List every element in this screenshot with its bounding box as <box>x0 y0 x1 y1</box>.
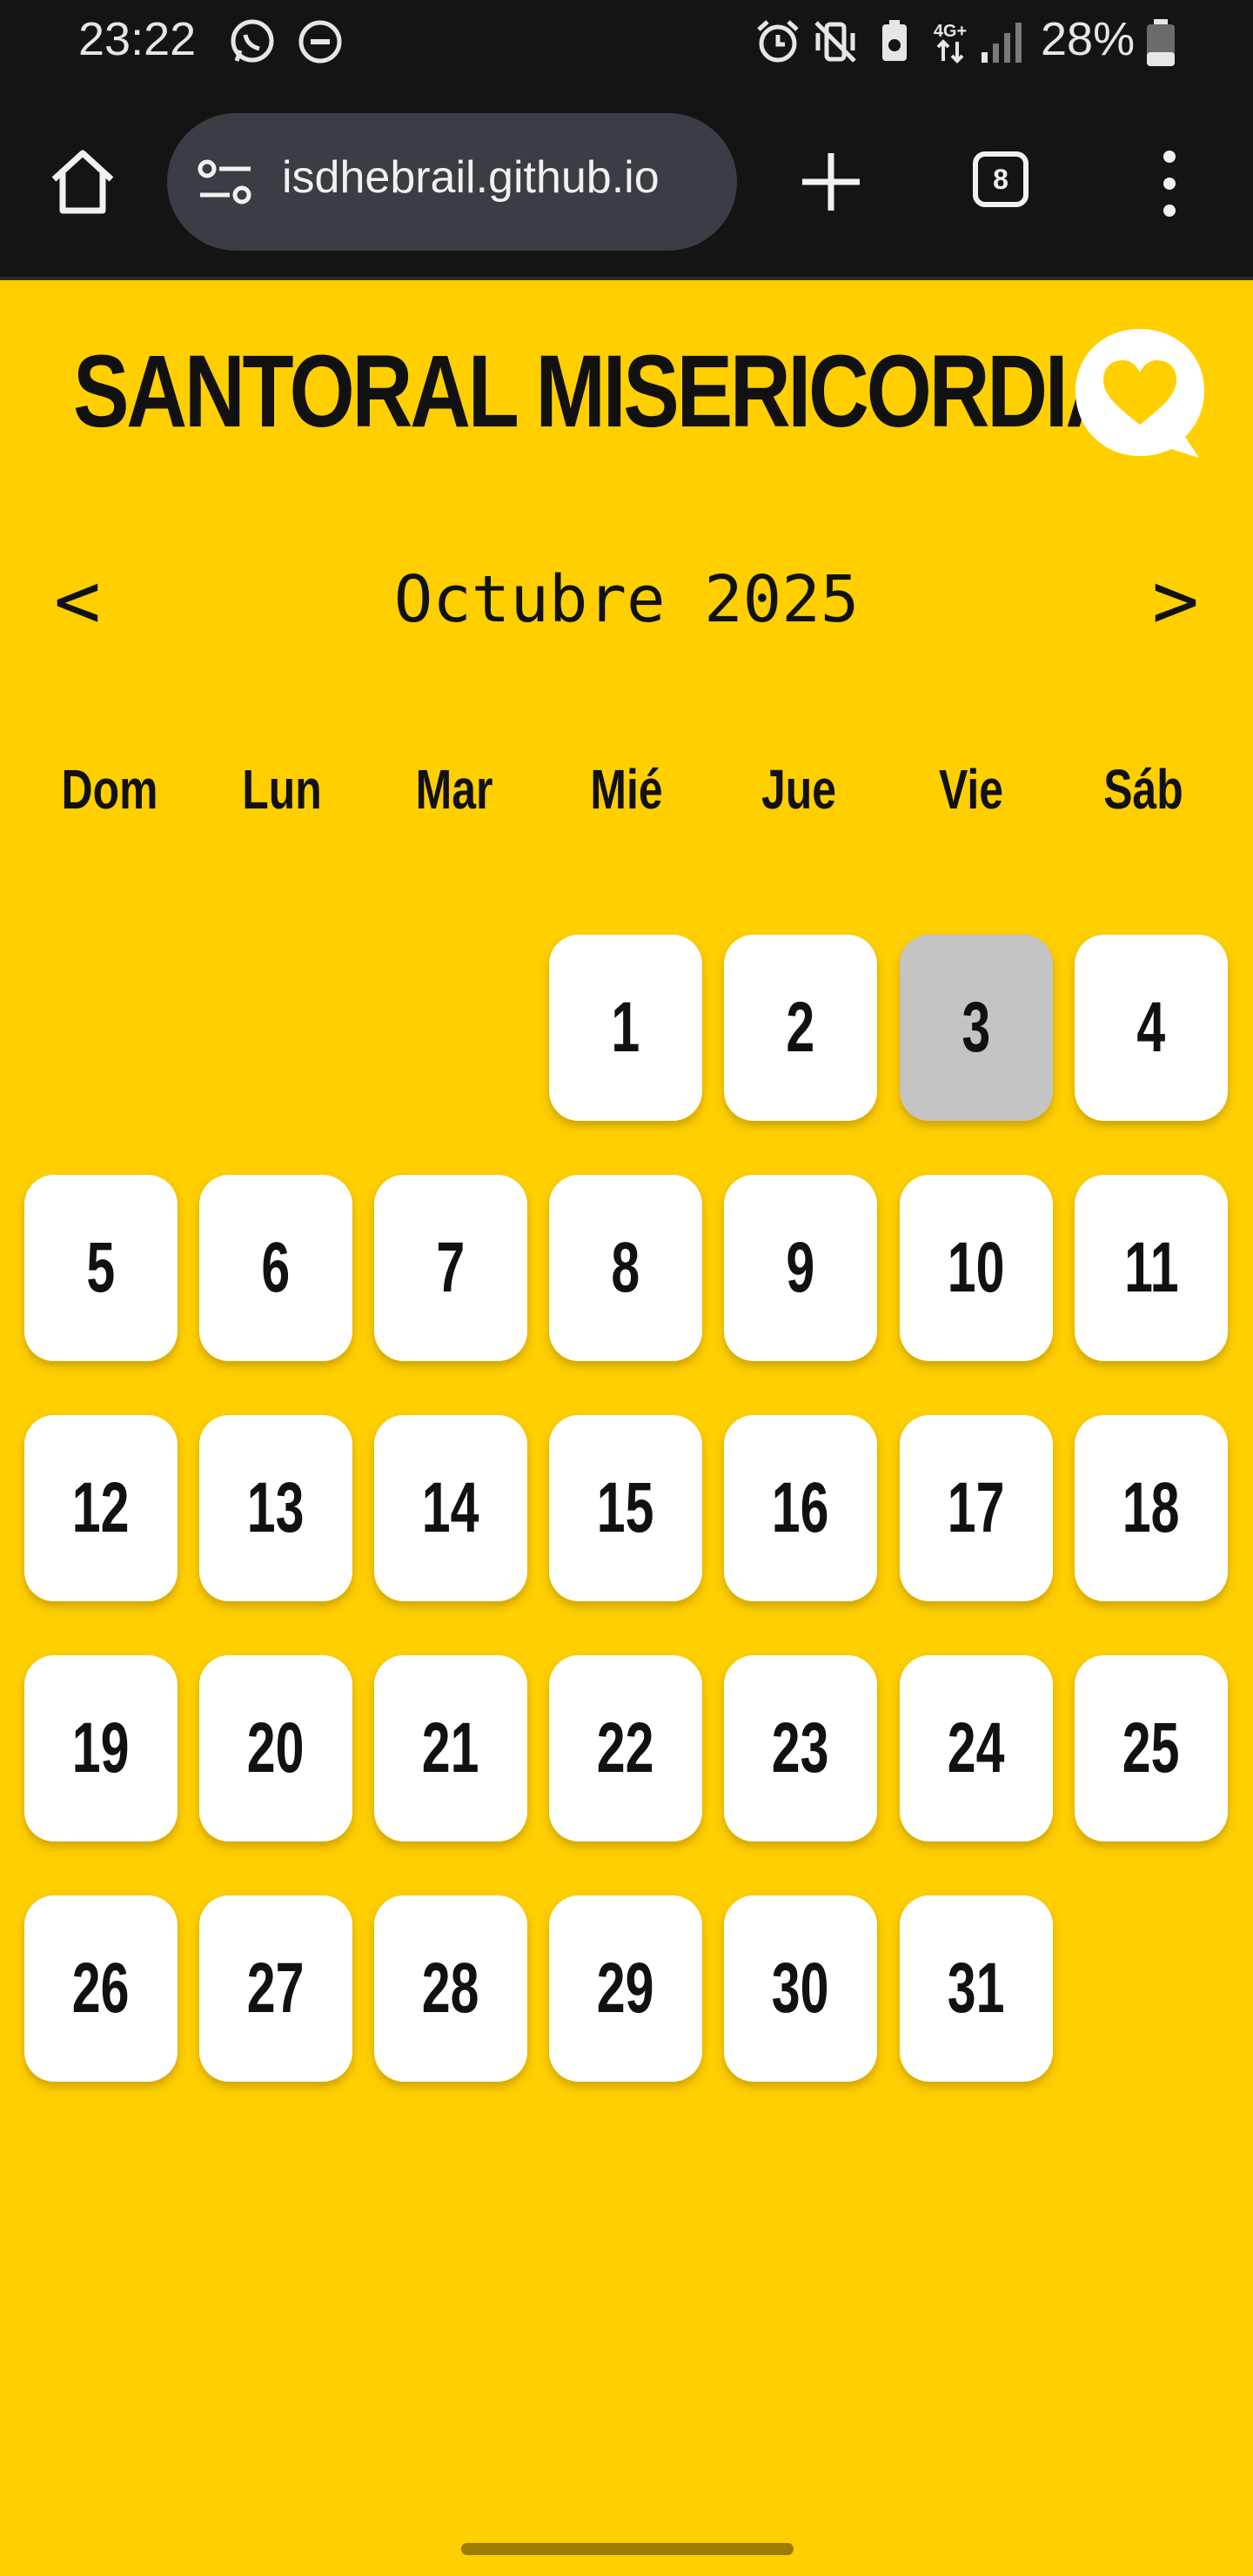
page-title: SANTORAL MISERICORDIA <box>73 334 1126 449</box>
gesture-navigation-bar[interactable] <box>461 2543 794 2555</box>
day-cell-9[interactable]: 9 <box>724 1175 877 1361</box>
day-cell-11[interactable]: 11 <box>1075 1175 1228 1361</box>
day-cell-25[interactable]: 25 <box>1075 1655 1228 1841</box>
day-cell-14[interactable]: 14 <box>374 1415 527 1601</box>
weekday-label: Lun <box>242 758 322 821</box>
weekday-label: Sáb <box>1103 758 1183 821</box>
day-cell-20[interactable]: 20 <box>199 1655 352 1841</box>
day-number: 18 <box>1122 1468 1180 1547</box>
day-number: 20 <box>247 1708 305 1788</box>
weekday-label: Mié <box>590 758 663 821</box>
weekday-label: Dom <box>61 758 158 821</box>
next-month-button[interactable]: > <box>1136 555 1215 647</box>
day-cell-30[interactable]: 30 <box>724 1895 877 2082</box>
vibrate-icon <box>814 21 856 63</box>
day-number: 27 <box>247 1949 305 2028</box>
day-cell-2[interactable]: 2 <box>724 935 877 1121</box>
day-number: 21 <box>422 1708 479 1788</box>
4g-icon: 4G+ <box>934 22 967 64</box>
day-cell-19[interactable]: 19 <box>24 1655 178 1841</box>
address-bar[interactable]: isdhebrail.github.io <box>167 113 737 251</box>
day-number: 17 <box>948 1468 1005 1547</box>
previous-month-button[interactable]: < <box>38 555 117 647</box>
day-number: 13 <box>247 1468 305 1547</box>
day-number: 9 <box>786 1228 815 1307</box>
day-cell-10[interactable]: 10 <box>900 1175 1053 1361</box>
battery-saver-icon <box>882 20 907 61</box>
day-cell-7[interactable]: 7 <box>374 1175 527 1361</box>
day-number: 30 <box>772 1949 829 2028</box>
day-cell-5[interactable]: 5 <box>24 1175 178 1361</box>
day-cell-6[interactable]: 6 <box>199 1175 352 1361</box>
day-number: 8 <box>611 1228 640 1307</box>
day-number: 28 <box>422 1949 479 2028</box>
url-text[interactable]: isdhebrail.github.io <box>282 151 717 204</box>
day-number: 2 <box>786 988 815 1067</box>
tab-switcher-button[interactable]: 8 <box>973 151 1029 207</box>
day-number: 4 <box>1136 988 1166 1067</box>
day-number: 25 <box>1122 1708 1180 1788</box>
day-cell-24[interactable]: 24 <box>900 1655 1053 1841</box>
status-bar: 23:22 4G+ 28% <box>0 0 1253 84</box>
day-cell-18[interactable]: 18 <box>1075 1415 1228 1601</box>
svg-text:4G+: 4G+ <box>934 22 967 41</box>
site-settings-icon[interactable] <box>195 157 256 209</box>
battery-icon <box>1147 19 1175 66</box>
browser-toolbar: isdhebrail.github.io 8 <box>0 84 1253 280</box>
day-number: 29 <box>597 1949 654 2028</box>
day-cell-29[interactable]: 29 <box>549 1895 702 2082</box>
day-cell-22[interactable]: 22 <box>549 1655 702 1841</box>
day-number: 24 <box>948 1708 1005 1788</box>
day-cell-28[interactable]: 28 <box>374 1895 527 2082</box>
month-label: Octubre 2025 <box>393 562 860 637</box>
day-cell-8[interactable]: 8 <box>549 1175 702 1361</box>
day-cell-16[interactable]: 16 <box>724 1415 877 1601</box>
day-number: 5 <box>86 1228 116 1307</box>
signal-icon <box>982 23 1022 63</box>
day-cell-13[interactable]: 13 <box>199 1415 352 1601</box>
day-number: 11 <box>1123 1228 1179 1307</box>
more-menu-icon[interactable] <box>1152 144 1187 223</box>
day-number: 3 <box>962 988 991 1067</box>
day-cell-15[interactable]: 15 <box>549 1415 702 1601</box>
day-cell-4[interactable]: 4 <box>1075 935 1228 1121</box>
day-cell-1[interactable]: 1 <box>549 935 702 1121</box>
day-cell-17[interactable]: 17 <box>900 1415 1053 1601</box>
weekday-label: Jue <box>761 758 837 821</box>
new-tab-icon[interactable] <box>794 144 868 219</box>
day-number: 22 <box>597 1708 654 1788</box>
day-cell-26[interactable]: 26 <box>24 1895 178 2082</box>
day-number: 26 <box>72 1949 130 2028</box>
day-number: 7 <box>436 1228 466 1307</box>
battery-percentage: 28% <box>1041 13 1136 65</box>
weekday-label: Mar <box>415 758 493 821</box>
day-number: 19 <box>72 1708 130 1788</box>
day-number: 6 <box>261 1228 291 1307</box>
weekday-header: Dom Lun Mar Mié Jue Vie Sáb <box>0 757 1253 844</box>
day-cell-12[interactable]: 12 <box>24 1415 178 1601</box>
day-cell-21[interactable]: 21 <box>374 1655 527 1841</box>
whatsapp-icon <box>231 19 274 63</box>
day-number: 12 <box>72 1468 130 1547</box>
day-number: 1 <box>611 988 640 1067</box>
day-cell-3[interactable]: 3 <box>900 935 1053 1121</box>
day-number: 23 <box>772 1708 829 1788</box>
heart-chat-logo-icon[interactable] <box>1069 322 1211 465</box>
day-number: 16 <box>772 1468 829 1547</box>
day-number: 31 <box>948 1949 1005 2028</box>
alarm-icon <box>757 20 799 63</box>
day-number: 14 <box>422 1468 479 1547</box>
status-time: 23:22 <box>78 13 197 65</box>
day-number: 10 <box>948 1228 1005 1307</box>
day-cell-23[interactable]: 23 <box>724 1655 877 1841</box>
day-cell-31[interactable]: 31 <box>900 1895 1053 2082</box>
do-not-disturb-icon <box>298 20 342 64</box>
day-cell-27[interactable]: 27 <box>199 1895 352 2082</box>
weekday-label: Vie <box>938 758 1004 821</box>
day-number: 15 <box>597 1468 654 1547</box>
home-icon[interactable] <box>45 144 120 219</box>
